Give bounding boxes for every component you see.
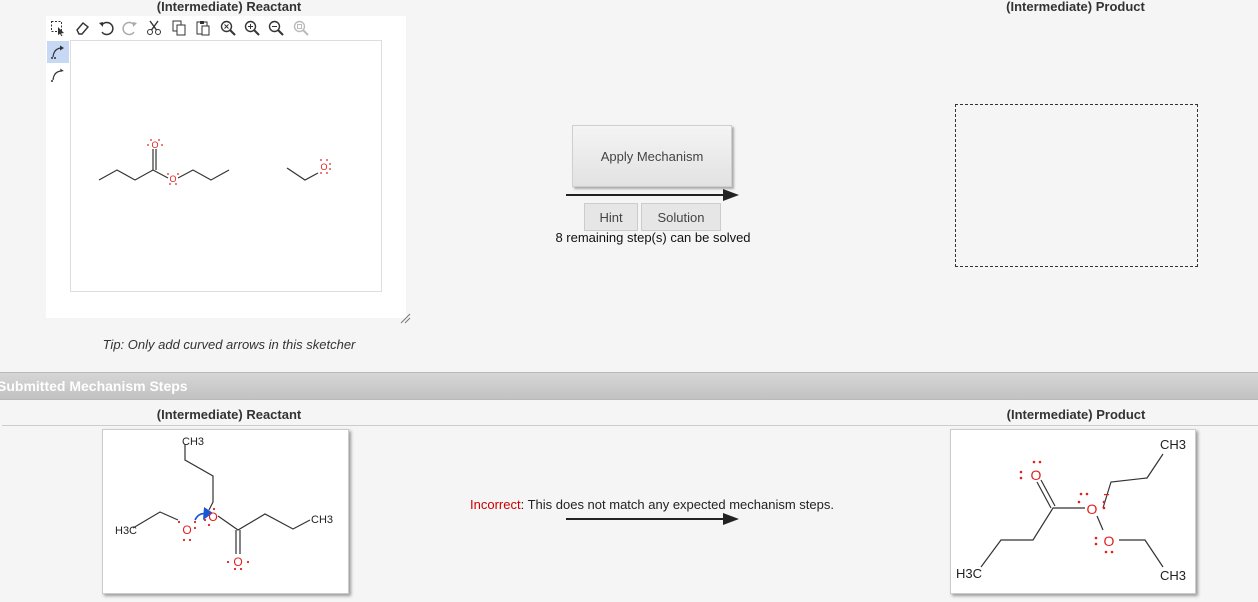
submitted-reactant-title: (Intermediate) Reactant (156, 407, 302, 422)
ester-oxygen-label: O (169, 174, 176, 184)
product-ch3-top-label: CH3 (1160, 437, 1186, 452)
submitted-reaction-arrow-icon (566, 513, 739, 525)
sketcher-canvas[interactable]: O O O (70, 40, 382, 292)
reactant-h3c-left-label: H3C (115, 525, 137, 537)
solution-button[interactable]: Solution (641, 203, 721, 231)
product-ethoxy-oxygen-label: O (1104, 533, 1115, 549)
submitted-reactant-image: CH3 H3C CH3 O O O (102, 429, 349, 594)
reactant-ester-oxygen-label: O (208, 510, 217, 524)
curved-arrow-single-electron-icon[interactable] (47, 64, 69, 86)
reactant-ch3-label: CH3 (182, 436, 204, 448)
undo-icon[interactable] (97, 19, 115, 37)
zoom-fit-icon[interactable] (292, 19, 310, 37)
submitted-product-image: CH3 H3C CH3 O O O (950, 429, 1196, 594)
carbonyl-oxygen-label: O (151, 140, 158, 150)
reactant-sketch-molecules: O O O (98, 139, 331, 185)
submitted-steps-header: Submitted Mechanism Steps (0, 372, 1258, 400)
eraser-icon[interactable] (73, 19, 91, 37)
status-incorrect-label: Incorrect (470, 497, 521, 512)
sketcher-tip: Tip: Only add curved arrows in this sket… (102, 337, 356, 352)
step-divider (2, 425, 1258, 426)
product-h3c-label: H3C (956, 566, 982, 581)
reactant-ethoxy-oxygen-label: O (182, 523, 191, 537)
select-icon[interactable] (49, 19, 67, 37)
status-message: : This does not match any expected mecha… (520, 497, 834, 512)
product-ch3-bottom-label: CH3 (1160, 568, 1186, 583)
curved-arrow-electron-pair-icon[interactable] (47, 41, 69, 63)
reactant-ch3-right-label: CH3 (311, 514, 333, 526)
resize-handle-icon[interactable] (399, 312, 411, 324)
submitted-product-title: (Intermediate) Product (1006, 407, 1146, 422)
ethoxide-oxygen-label: O (320, 162, 327, 172)
copy-icon[interactable] (170, 19, 188, 37)
product-drop-area (955, 104, 1198, 267)
cut-icon[interactable] (145, 19, 163, 37)
reactant-carbonyl-oxygen-label: O (233, 555, 242, 569)
submission-status: Incorrect: This does not match any expec… (452, 497, 852, 512)
zoom-out-icon[interactable] (267, 19, 285, 37)
paste-icon[interactable] (194, 19, 212, 37)
zoom-in-icon[interactable] (243, 19, 261, 37)
product-oxonium-oxygen-label: O (1087, 501, 1098, 517)
reactant-title: (Intermediate) Reactant (156, 0, 302, 14)
apply-mechanism-button[interactable]: Apply Mechanism (572, 125, 732, 187)
product-title: (Intermediate) Product (1006, 0, 1145, 14)
hint-button[interactable]: Hint (584, 203, 638, 231)
submitted-steps-title: Submitted Mechanism Steps (0, 378, 188, 394)
remaining-steps-text: 8 remaining step(s) can be solved (555, 230, 751, 245)
product-carbonyl-oxygen-label: O (1031, 467, 1042, 483)
zoom-reset-icon[interactable] (219, 19, 237, 37)
redo-icon[interactable] (121, 19, 139, 37)
reaction-arrow-icon (566, 189, 739, 201)
